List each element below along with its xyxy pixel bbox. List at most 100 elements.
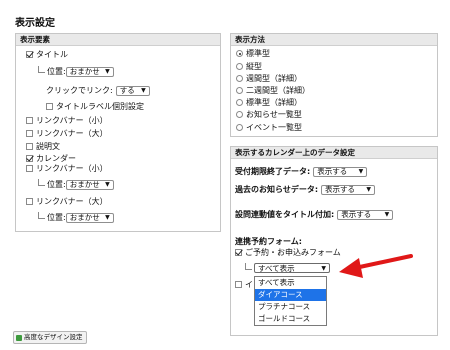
dropdown-option[interactable]: すべて表示 — [255, 277, 326, 289]
banner-large-position-value: おまかせ — [69, 213, 100, 222]
method-radio[interactable] — [236, 87, 243, 94]
display-method-panel: 表示方法 標準型 縦型 週間型（詳細） 二週間型（詳細） 標準型（詳細） お知ら… — [230, 33, 438, 137]
tree-branch-icon — [38, 66, 45, 73]
tree-branch-icon — [38, 212, 45, 219]
reception-label: 受付期限終了データ: — [235, 167, 311, 176]
chevron-down-icon: ▼ — [366, 186, 372, 193]
motive-value: 表示する — [341, 210, 372, 219]
chevron-down-icon: ▼ — [105, 214, 110, 221]
calendar-checkbox[interactable] — [26, 155, 33, 162]
method-option-label: 標準型（詳細） — [246, 98, 302, 107]
link-banner-large-checkbox[interactable] — [26, 130, 33, 137]
position-label: 位置: — [47, 180, 66, 189]
position-label: 位置: — [47, 213, 66, 222]
method-option-label: 週間型（詳細） — [246, 74, 302, 83]
reservation-form-row[interactable]: ご予約・お申込みフォーム — [235, 247, 341, 258]
course-select[interactable]: すべて表示 ▼ — [254, 263, 330, 273]
design-icon — [16, 334, 22, 341]
hidden-form-row[interactable]: イ — [235, 279, 253, 290]
motive-label: 設問連動値をタイトル付加: — [235, 210, 335, 219]
dropdown-option-highlighted[interactable]: ダイアコース — [255, 289, 326, 301]
link-banner-small-checkbox[interactable] — [26, 117, 33, 124]
method-radio[interactable] — [236, 50, 243, 57]
motive-row: 設問連動値をタイトル付加: 表示する ▼ — [235, 209, 394, 220]
banner-large-position-select[interactable]: おまかせ ▼ — [65, 212, 114, 223]
click-link-label: クリックでリンク: — [46, 86, 113, 95]
course-select-row: すべて表示 ▼ — [245, 262, 330, 273]
past-news-row: 過去のお知らせデータ: 表示する ▼ — [235, 184, 376, 195]
display-elements-header: 表示要素 — [16, 34, 220, 46]
reception-row: 受付期限終了データ: 表示する ▼ — [235, 166, 368, 177]
method-option[interactable]: 週間型（詳細） — [236, 73, 302, 84]
click-link-select[interactable]: する ▼ — [115, 85, 150, 96]
title-checkbox[interactable] — [26, 51, 33, 58]
link-banner-small-2-label: リンクバナー（小） — [36, 164, 108, 173]
dropdown-option[interactable]: ゴールドコース — [255, 313, 326, 325]
method-option-label: 縦型 — [246, 62, 262, 71]
link-banner-large-2-label: リンクバナー（大） — [36, 197, 108, 206]
advanced-design-button[interactable]: 高度なデザイン設定 — [13, 331, 87, 344]
motive-select[interactable]: 表示する ▼ — [337, 209, 394, 220]
chevron-down-icon: ▼ — [105, 181, 110, 188]
dropdown-option[interactable]: プラチナコース — [255, 301, 326, 313]
method-radio[interactable] — [236, 111, 243, 118]
link-banner-small-2-checkbox[interactable] — [26, 165, 33, 172]
method-option[interactable]: お知らせ一覧型 — [236, 109, 302, 120]
red-arrow-icon — [339, 254, 413, 278]
banner-small-position-value: おまかせ — [69, 180, 100, 189]
calendar-data-header: 表示するカレンダー上のデータ設定 — [231, 147, 437, 159]
method-option-label: イベント一覧型 — [246, 123, 302, 132]
reception-value: 表示する — [317, 167, 348, 176]
method-option-label: 二週間型（詳細） — [246, 86, 310, 95]
link-banner-small-row[interactable]: リンクバナー（小） — [26, 115, 108, 126]
display-method-header: 表示方法 — [231, 34, 437, 46]
chevron-down-icon: ▼ — [141, 87, 146, 94]
title-label-individual-label: タイトルラベル個別設定 — [56, 102, 144, 111]
display-elements-panel: 表示要素 タイトル 位置: おまかせ ▼ クリックでリンク: する ▼ タイトル… — [15, 33, 221, 232]
method-option[interactable]: 標準型（詳細） — [236, 97, 302, 108]
method-option[interactable]: 標準型 — [236, 48, 270, 59]
chevron-down-icon: ▼ — [321, 264, 326, 272]
hidden-form-checkbox[interactable] — [235, 281, 242, 288]
reception-select[interactable]: 表示する ▼ — [313, 166, 368, 177]
link-banner-large-2-row[interactable]: リンクバナー（大） — [26, 196, 108, 207]
title-position-value: おまかせ — [69, 67, 100, 76]
chevron-down-icon: ▼ — [358, 168, 364, 175]
chevron-down-icon: ▼ — [384, 211, 390, 218]
link-banner-large-row[interactable]: リンクバナー（大） — [26, 128, 108, 139]
title-label: タイトル — [36, 50, 68, 59]
method-radio[interactable] — [236, 75, 243, 82]
title-label-individual-row[interactable]: タイトルラベル個別設定 — [46, 101, 144, 112]
description-label: 説明文 — [36, 142, 60, 151]
reservation-form-checkbox[interactable] — [235, 249, 242, 256]
banner-large-position-row: 位置: おまかせ ▼ — [38, 212, 114, 223]
past-news-select[interactable]: 表示する ▼ — [321, 184, 376, 195]
tree-branch-icon — [38, 179, 45, 186]
method-option-label: お知らせ一覧型 — [246, 110, 302, 119]
method-option[interactable]: イベント一覧型 — [236, 122, 302, 133]
title-position-row: 位置: おまかせ ▼ — [38, 66, 114, 77]
link-banner-small-2-row[interactable]: リンクバナー（小） — [26, 163, 108, 174]
title-position-select[interactable]: おまかせ ▼ — [65, 66, 114, 77]
title-label-individual-checkbox[interactable] — [46, 103, 53, 110]
description-checkbox[interactable] — [26, 143, 33, 150]
click-link-value: する — [119, 86, 135, 95]
linked-form-label: 連携予約フォーム: — [235, 237, 302, 246]
method-radio[interactable] — [236, 124, 243, 131]
advanced-design-label: 高度なデザイン設定 — [24, 333, 83, 341]
reservation-form-label: ご予約・お申込みフォーム — [245, 248, 341, 257]
description-row[interactable]: 説明文 — [26, 141, 60, 152]
course-dropdown-list: すべて表示 ダイアコース プラチナコース ゴールドコース — [254, 276, 327, 326]
method-option[interactable]: 二週間型（詳細） — [236, 85, 310, 96]
link-banner-small-label: リンクバナー（小） — [36, 116, 108, 125]
past-news-value: 表示する — [325, 185, 356, 194]
title-row[interactable]: タイトル — [26, 49, 68, 60]
method-option-label: 標準型 — [246, 49, 270, 58]
link-banner-large-2-checkbox[interactable] — [26, 198, 33, 205]
past-news-label: 過去のお知らせデータ: — [235, 185, 319, 194]
banner-small-position-select[interactable]: おまかせ ▼ — [65, 179, 114, 190]
method-radio[interactable] — [236, 63, 243, 70]
link-banner-large-label: リンクバナー（大） — [36, 129, 108, 138]
method-option[interactable]: 縦型 — [236, 61, 262, 72]
method-radio[interactable] — [236, 99, 243, 106]
